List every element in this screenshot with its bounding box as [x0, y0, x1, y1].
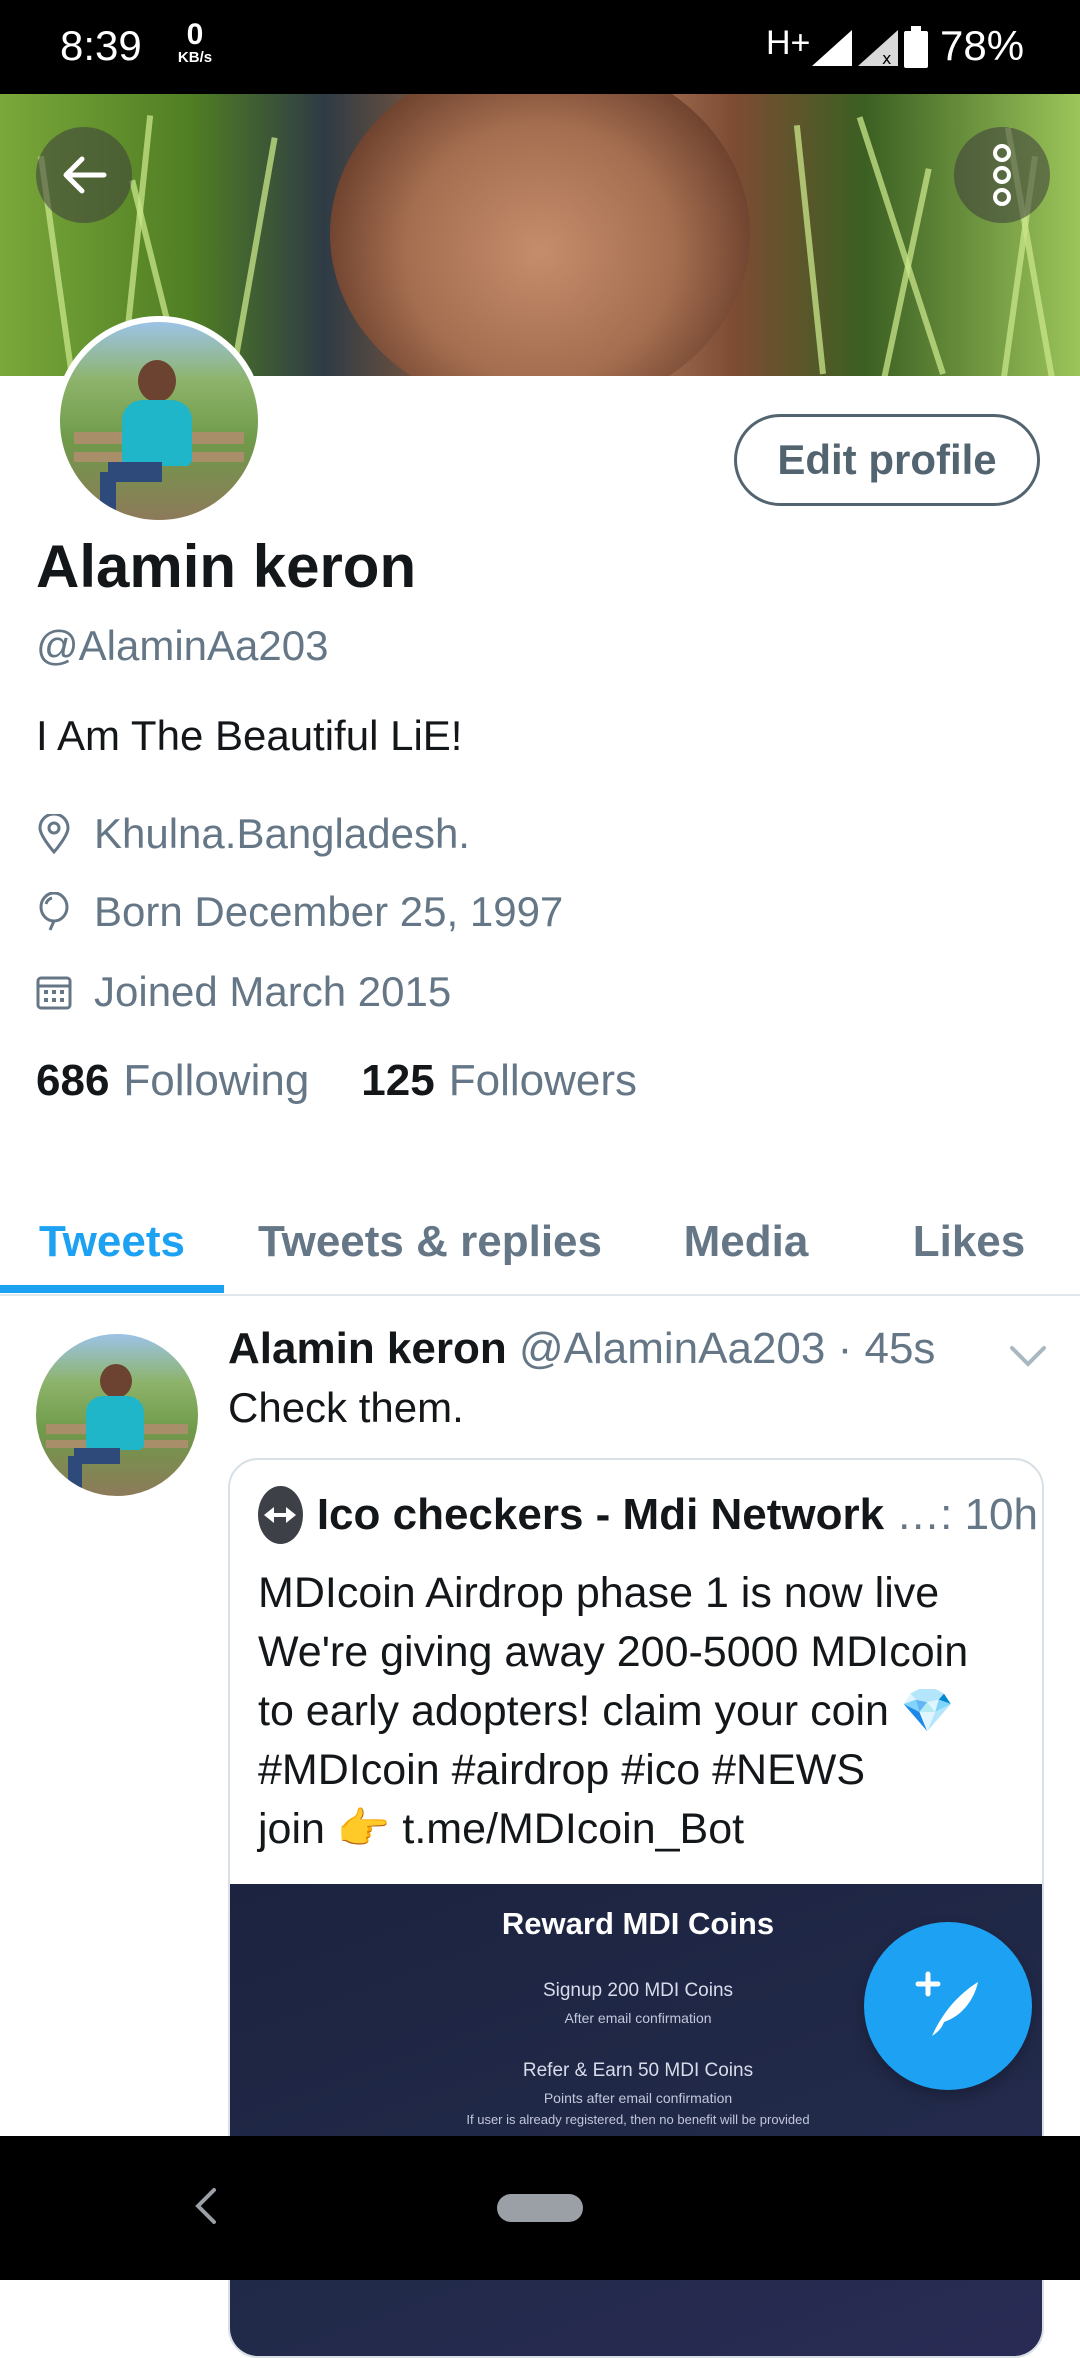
followers-link[interactable]: 125 Followers: [361, 1056, 637, 1106]
following-count: 686: [36, 1056, 110, 1105]
quoted-account-logo: [258, 1486, 303, 1544]
profile-avatar[interactable]: [54, 316, 264, 526]
profile-bio: I Am The Beautiful LiE!: [36, 712, 463, 759]
avatar-photo: [60, 322, 258, 520]
banner-photo-face: [330, 94, 750, 376]
quoted-tweet-time: …: 10h: [896, 1490, 1038, 1540]
network-type: H+: [766, 24, 811, 62]
status-bar: 8:39 0 KB/s H+ x 78%: [0, 0, 1080, 94]
profile-location: Khulna.Bangladesh.: [36, 804, 470, 864]
quoted-text-line: We're giving away 200-5000 MDIcoin: [258, 1628, 969, 1676]
quoted-time-value: 10h: [964, 1490, 1038, 1539]
following-link[interactable]: 686 Following: [36, 1056, 309, 1106]
quoted-ellipsis: …:: [896, 1490, 953, 1539]
image-text: Points after email confirmation: [543, 2090, 733, 2106]
nav-back-icon[interactable]: [190, 2184, 220, 2228]
profile-joined-text: Joined March 2015: [94, 968, 452, 1015]
followers-count: 125: [361, 1056, 435, 1105]
profile-location-text: Khulna.Bangladesh.: [94, 810, 470, 857]
edit-profile-button[interactable]: Edit profile: [734, 414, 1040, 506]
balloon-icon: [39, 892, 69, 931]
quoted-tweet-text: MDIcoin Airdrop phase 1 is now live We'r…: [258, 1564, 1028, 1859]
profile-birthday: Born December 25, 1997: [36, 882, 563, 942]
nav-home-pill[interactable]: [497, 2194, 583, 2222]
tab-media[interactable]: Media: [656, 1190, 836, 1294]
image-text: If user is already registered, then no b…: [466, 2112, 810, 2127]
tab-tweets[interactable]: Tweets: [0, 1190, 224, 1294]
tab-tweets-replies[interactable]: Tweets & replies: [244, 1190, 616, 1294]
quoted-text-line: to early adopters! claim your coin 💎: [258, 1687, 955, 1735]
profile-name: Alamin keron: [36, 533, 417, 600]
battery-percent: 78%: [940, 22, 1025, 69]
quoted-text-line: MDIcoin Airdrop phase 1 is now live: [258, 1569, 940, 1617]
profile-birthday-text: Born December 25, 1997: [94, 888, 564, 935]
compose-feather-icon: [915, 1971, 978, 2036]
signal-icon: [812, 30, 852, 66]
tweet-avatar-photo: [36, 1334, 198, 1496]
followers-label: Followers: [448, 1056, 637, 1105]
tweet-header: Alamin keron @AlaminAa203 · 45s: [228, 1324, 935, 1374]
svg-text:x: x: [882, 49, 891, 66]
back-button[interactable]: [36, 127, 132, 223]
profile-tabs: Tweets Tweets & replies Media Likes: [0, 1190, 1080, 1296]
network-speed-unit: KB/s: [177, 49, 213, 66]
profile-joined: Joined March 2015: [36, 962, 451, 1022]
profile-handle: @AlaminAa203: [36, 622, 329, 669]
network-speed-value: 0: [186, 18, 204, 51]
profile-stats: 686 Following 125 Followers: [36, 1056, 637, 1106]
overflow-menu-icon: [993, 144, 1011, 206]
location-pin-icon: [38, 814, 70, 854]
tweet-avatar[interactable]: [36, 1334, 198, 1496]
calendar-icon: [36, 976, 72, 1010]
tweet-handle-time: @AlaminAa203 · 45s: [518, 1324, 936, 1373]
chevron-down-icon[interactable]: [1008, 1344, 1048, 1370]
network-speed: 0 KB/s: [170, 18, 220, 66]
quoted-text-line[interactable]: join 👉 t.me/MDIcoin_Bot: [258, 1800, 1028, 1859]
more-options-button[interactable]: [954, 127, 1050, 223]
active-tab-indicator: [0, 1285, 224, 1293]
mdi-logo-icon: [264, 1507, 297, 1523]
quoted-text-line: #MDIcoin #airdrop #ico #NEWS: [258, 1746, 866, 1794]
tab-likes[interactable]: Likes: [880, 1190, 1058, 1294]
signal-no-sim-icon: x: [858, 30, 898, 66]
quoted-tweet-header: Ico checkers - Mdi Network …: 10h: [258, 1486, 1038, 1544]
battery-icon: [904, 26, 928, 68]
arrow-left-icon: [63, 156, 107, 194]
quoted-account-name: Ico checkers - Mdi Network: [316, 1490, 885, 1539]
tweet-author-name[interactable]: Alamin keron: [228, 1324, 507, 1373]
following-label: Following: [123, 1056, 310, 1105]
tweet-text: Check them.: [228, 1384, 464, 1431]
status-time: 8:39: [60, 22, 142, 69]
compose-tweet-button[interactable]: [864, 1922, 1032, 2090]
